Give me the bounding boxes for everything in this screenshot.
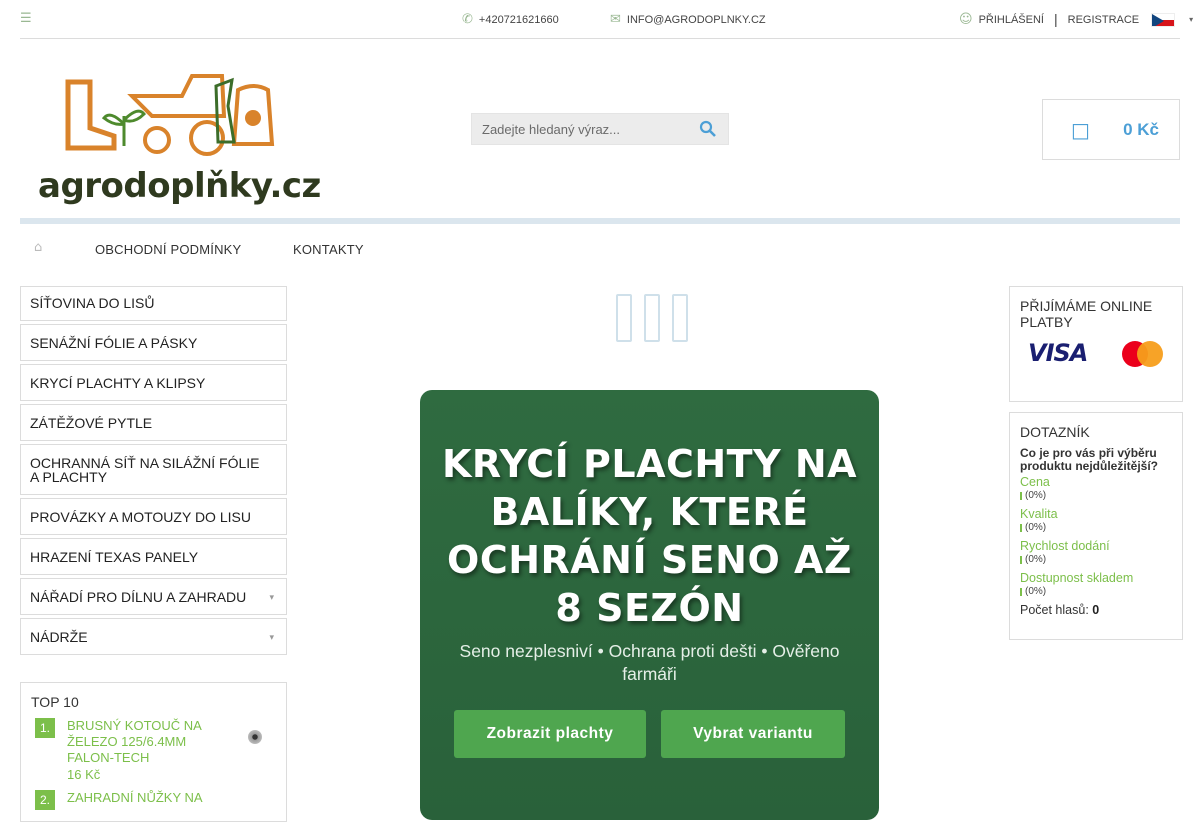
- result-percent: (0%): [1025, 586, 1047, 597]
- category-item[interactable]: OCHRANNÁ SÍŤ NA SILÁŽNÍ FÓLIE A PLACHTY: [20, 444, 287, 495]
- survey-option[interactable]: Cena: [1020, 475, 1172, 490]
- category-label: NÁDRŽE: [30, 629, 88, 645]
- category-item[interactable]: NÁDRŽE ▾: [20, 618, 287, 655]
- survey-result: (0%): [1020, 522, 1172, 534]
- category-label: NÁŘADÍ PRO DÍLNU A ZAHRADU: [30, 589, 247, 605]
- slider-pagination: [616, 294, 694, 344]
- product-link[interactable]: BRUSNÝ KOTOUČ NA ŽELEZO 125/6.4MM FALON-…: [67, 718, 227, 766]
- top10-item: 1. BRUSNÝ KOTOUČ NA ŽELEZO 125/6.4MM FAL…: [31, 718, 276, 784]
- hero-title: KRYCÍ PLACHTY NA BALÍKY, KTERÉ OCHRÁNÍ S…: [441, 442, 858, 630]
- hero-banner: KRYCÍ PLACHTY NA BALÍKY, KTERÉ OCHRÁNÍ S…: [420, 390, 879, 820]
- search-input[interactable]: [472, 114, 692, 144]
- result-percent: (0%): [1025, 490, 1047, 501]
- vote-count: Počet hlasů: 0: [1020, 603, 1172, 617]
- top10-item: 2. ZAHRADNÍ NŮŽKY NA: [31, 790, 276, 810]
- category-item[interactable]: HRAZENÍ TEXAS PANELY: [20, 538, 287, 575]
- chevron-down-icon[interactable]: ▾: [269, 590, 274, 604]
- register-link[interactable]: REGISTRACE: [1068, 14, 1140, 26]
- survey-result: (0%): [1020, 490, 1172, 502]
- email-icon: ✉: [610, 12, 621, 27]
- result-percent: (0%): [1025, 554, 1047, 565]
- slider-dot[interactable]: [672, 294, 688, 342]
- login-link[interactable]: PŘIHLÁŠENÍ: [979, 14, 1044, 26]
- survey-result: (0%): [1020, 586, 1172, 598]
- result-percent: (0%): [1025, 522, 1047, 533]
- chevron-down-icon[interactable]: ▾: [269, 630, 274, 644]
- main-nav: ⌂ OBCHODNÍ PODMÍNKY KONTAKTY: [20, 236, 720, 262]
- category-item[interactable]: SÍŤOVINA DO LISŮ: [20, 286, 287, 321]
- top10-box: TOP 10 1. BRUSNÝ KOTOUČ NA ŽELEZO 125/6.…: [20, 682, 287, 822]
- product-thumbnail[interactable]: [248, 730, 262, 744]
- survey-result: (0%): [1020, 554, 1172, 566]
- email-address[interactable]: INFO@AGRODOPLNKY.CZ: [627, 14, 766, 26]
- show-covers-button[interactable]: Zobrazit plachty: [454, 710, 646, 758]
- survey-option[interactable]: Rychlost dodání: [1020, 539, 1172, 554]
- category-item[interactable]: NÁŘADÍ PRO DÍLNU A ZAHRADU ▾: [20, 578, 287, 615]
- logo-text: agrodoplňky.cz: [38, 166, 321, 206]
- logo-graphic: [65, 74, 275, 156]
- mastercard-logo: [1122, 341, 1164, 367]
- top-bar: ☰ ✆ +420721621660 ✉ INFO@AGRODOPLNKY.CZ …: [20, 0, 1193, 39]
- category-item[interactable]: KRYCÍ PLACHTY A KLIPSY: [20, 364, 287, 401]
- survey-question: Co je pro vás při výběru produktu nejdůl…: [1020, 446, 1159, 473]
- cart-button[interactable]: □ 0 Kč: [1042, 99, 1180, 160]
- payments-box: PŘIJÍMÁME ONLINE PLATBY VISA: [1009, 286, 1183, 402]
- rank-badge: 1.: [35, 718, 55, 738]
- category-label: OCHRANNÁ SÍŤ NA SILÁŽNÍ FÓLIE A PLACHTY: [30, 455, 260, 485]
- menu-icon[interactable]: ☰: [20, 11, 32, 26]
- category-item[interactable]: SENÁŽNÍ FÓLIE A PÁSKY: [20, 324, 287, 361]
- account-links: ☺ PŘIHLÁŠENÍ | REGISTRACE ▾: [959, 12, 1193, 27]
- nav-item-contacts[interactable]: KONTAKTY: [293, 242, 364, 257]
- home-icon[interactable]: ⌂: [34, 240, 42, 255]
- slider-dot[interactable]: [644, 294, 660, 342]
- category-label: SENÁŽNÍ FÓLIE A PÁSKY: [30, 335, 198, 351]
- category-label: SÍŤOVINA DO LISŮ: [30, 295, 155, 311]
- header-divider: [20, 218, 1180, 224]
- search-icon: [699, 120, 716, 137]
- top10-title: TOP 10: [31, 694, 79, 710]
- payments-title: PŘIJÍMÁME ONLINE PLATBY: [1020, 298, 1153, 330]
- survey-title: DOTAZNÍK: [1020, 424, 1090, 440]
- vote-count-value: 0: [1092, 603, 1100, 617]
- slider-dot[interactable]: [616, 294, 632, 342]
- survey-box: DOTAZNÍK Co je pro vás při výběru produk…: [1009, 412, 1183, 640]
- cart-icon: □: [1071, 117, 1090, 142]
- email-contact[interactable]: ✉ INFO@AGRODOPLNKY.CZ: [610, 12, 766, 27]
- survey-option[interactable]: Kvalita: [1020, 507, 1172, 522]
- search-box: [471, 113, 729, 145]
- category-item[interactable]: ZÁTĚŽOVÉ PYTLE: [20, 404, 287, 441]
- vote-count-label: Počet hlasů:: [1020, 603, 1089, 617]
- category-list: SÍŤOVINA DO LISŮ SENÁŽNÍ FÓLIE A PÁSKY K…: [20, 286, 287, 658]
- category-item[interactable]: PROVÁZKY A MOTOUZY DO LISU: [20, 498, 287, 535]
- product-link[interactable]: ZAHRADNÍ NŮŽKY NA: [67, 790, 227, 806]
- separator: |: [1053, 11, 1058, 27]
- result-bar: [1020, 556, 1022, 564]
- search-button[interactable]: [698, 119, 720, 139]
- user-icon: ☺: [959, 12, 973, 27]
- category-label: KRYCÍ PLACHTY A KLIPSY: [30, 375, 206, 391]
- category-label: ZÁTĚŽOVÉ PYTLE: [30, 415, 153, 431]
- phone-contact[interactable]: ✆ +420721621660: [462, 12, 559, 27]
- cart-total: 0 Kč: [1123, 119, 1159, 139]
- nav-item-terms[interactable]: OBCHODNÍ PODMÍNKY: [95, 242, 241, 257]
- category-label: HRAZENÍ TEXAS PANELY: [30, 549, 199, 565]
- result-bar: [1020, 492, 1022, 500]
- chevron-down-icon[interactable]: ▾: [1189, 15, 1193, 24]
- site-logo[interactable]: agrodoplňky.cz: [32, 66, 321, 216]
- rank-badge: 2.: [35, 790, 55, 810]
- category-label: PROVÁZKY A MOTOUZY DO LISU: [30, 509, 251, 525]
- visa-logo: VISA: [1028, 339, 1088, 367]
- survey-option[interactable]: Dostupnost skladem: [1020, 571, 1172, 586]
- hero-subtitle: Seno nezplesniví • Ochrana proti dešti •…: [459, 641, 840, 684]
- result-bar: [1020, 588, 1022, 596]
- phone-number[interactable]: +420721621660: [479, 14, 559, 26]
- product-price: 16 Kč: [67, 767, 101, 782]
- phone-icon: ✆: [462, 12, 473, 27]
- choose-variant-button[interactable]: Vybrat variantu: [661, 710, 845, 758]
- result-bar: [1020, 524, 1022, 532]
- czech-flag-icon[interactable]: [1151, 12, 1176, 27]
